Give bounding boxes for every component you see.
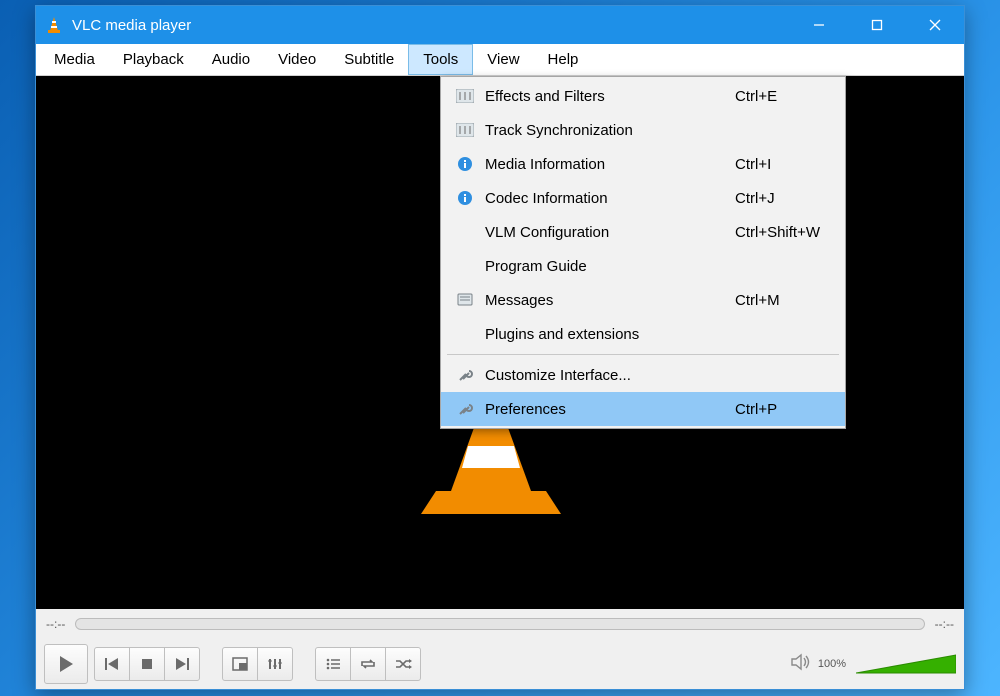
dd-label: Program Guide: [479, 258, 725, 275]
time-total: --:--: [935, 617, 954, 631]
menu-customize-interface[interactable]: Customize Interface...: [441, 358, 845, 392]
stop-button[interactable]: [129, 647, 165, 681]
maximize-button[interactable]: [848, 6, 906, 44]
window-title: VLC media player: [72, 17, 191, 34]
vlc-logo-icon: [44, 15, 64, 35]
desktop-background: VLC media player Media Playback Audio Vi…: [0, 0, 1000, 696]
volume-slider[interactable]: [856, 653, 956, 675]
menu-help[interactable]: Help: [534, 44, 593, 75]
window-controls: [790, 6, 964, 44]
fullscreen-button[interactable]: [222, 647, 258, 681]
seek-slider[interactable]: [75, 618, 924, 630]
previous-button[interactable]: [94, 647, 130, 681]
playlist-button[interactable]: [315, 647, 351, 681]
menu-subtitle[interactable]: Subtitle: [330, 44, 408, 75]
dd-shortcut: Ctrl+E: [725, 88, 835, 105]
speaker-icon[interactable]: [790, 653, 812, 675]
dd-label: Codec Information: [479, 190, 725, 207]
menu-media-information[interactable]: Media Information Ctrl+I: [441, 147, 845, 181]
wrench-icon: [451, 401, 479, 417]
menu-audio[interactable]: Audio: [198, 44, 264, 75]
minimize-button[interactable]: [790, 6, 848, 44]
loop-button[interactable]: [350, 647, 386, 681]
dd-label: Customize Interface...: [479, 367, 725, 384]
dd-label: Preferences: [479, 401, 725, 418]
dd-shortcut: Ctrl+J: [725, 190, 835, 207]
tools-dropdown: Effects and Filters Ctrl+E Track Synchro…: [440, 76, 846, 429]
menu-video[interactable]: Video: [264, 44, 330, 75]
menu-messages[interactable]: Messages Ctrl+M: [441, 283, 845, 317]
shuffle-button[interactable]: [385, 647, 421, 681]
menu-effects-and-filters[interactable]: Effects and Filters Ctrl+E: [441, 79, 845, 113]
menu-separator: [447, 354, 839, 355]
menu-view[interactable]: View: [473, 44, 533, 75]
seek-bar-row: --:-- --:--: [36, 609, 964, 639]
dd-label: Plugins and extensions: [479, 326, 725, 343]
dd-label: Effects and Filters: [479, 88, 725, 105]
dd-shortcut: Ctrl+Shift+W: [725, 224, 835, 241]
menu-plugins-and-extensions[interactable]: Plugins and extensions: [441, 317, 845, 351]
volume-label: 100%: [818, 658, 846, 670]
wrench-icon: [451, 367, 479, 383]
menu-tools[interactable]: Tools: [408, 44, 473, 75]
menu-track-synchronization[interactable]: Track Synchronization: [441, 113, 845, 147]
messages-icon: [451, 293, 479, 307]
dd-label: Track Synchronization: [479, 122, 725, 139]
extended-settings-button[interactable]: [257, 647, 293, 681]
menu-playback[interactable]: Playback: [109, 44, 198, 75]
info-icon: [451, 190, 479, 206]
dd-label: Messages: [479, 292, 725, 309]
dd-shortcut: Ctrl+I: [725, 156, 835, 173]
dd-shortcut: Ctrl+P: [725, 401, 835, 418]
menu-program-guide[interactable]: Program Guide: [441, 249, 845, 283]
time-elapsed: --:--: [46, 617, 65, 631]
equalizer-icon: [451, 123, 479, 137]
close-button[interactable]: [906, 6, 964, 44]
menu-bar: Media Playback Audio Video Subtitle Tool…: [36, 44, 964, 76]
menu-vlm-configuration[interactable]: VLM Configuration Ctrl+Shift+W: [441, 215, 845, 249]
menu-preferences[interactable]: Preferences Ctrl+P: [441, 392, 845, 426]
menu-codec-information[interactable]: Codec Information Ctrl+J: [441, 181, 845, 215]
dd-label: VLM Configuration: [479, 224, 725, 241]
dd-label: Media Information: [479, 156, 725, 173]
info-icon: [451, 156, 479, 172]
play-button[interactable]: [44, 644, 88, 684]
next-button[interactable]: [164, 647, 200, 681]
playback-controls: 100%: [36, 639, 964, 689]
equalizer-icon: [451, 89, 479, 103]
title-bar[interactable]: VLC media player: [36, 6, 964, 44]
menu-media[interactable]: Media: [40, 44, 109, 75]
dd-shortcut: Ctrl+M: [725, 292, 835, 309]
